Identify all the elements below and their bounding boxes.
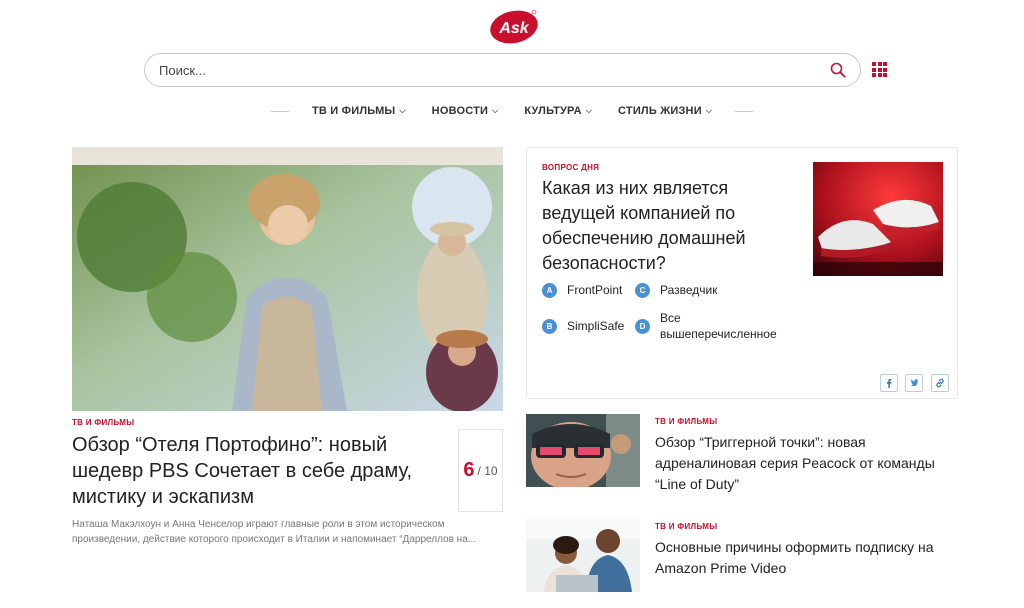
side-article-title-2[interactable]: Основные причины оформить подписку на Am… bbox=[655, 537, 945, 579]
option-text-a: FrontPoint bbox=[567, 283, 623, 297]
side-article-image-2[interactable] bbox=[526, 519, 640, 592]
facebook-share-button[interactable] bbox=[880, 374, 898, 392]
search-icon[interactable] bbox=[830, 62, 846, 78]
search-bar bbox=[144, 53, 861, 87]
option-text-d: Все вышеперечисленное bbox=[660, 311, 777, 341]
side-article-title-1[interactable]: Обзор “Триггерной точки”: новая адренали… bbox=[655, 432, 945, 495]
side-article-category-2[interactable]: ТВ И ФИЛЬМЫ bbox=[655, 522, 717, 531]
quiz-option-c[interactable]: C Разведчик bbox=[635, 282, 718, 298]
quiz-category: ВОПРОС ДНЯ bbox=[542, 163, 600, 172]
option-text-c: Разведчик bbox=[660, 283, 718, 297]
feature-title[interactable]: Обзор “Отеля Портофино”: новый шедевр PB… bbox=[72, 432, 452, 510]
option-badge-d: D bbox=[635, 319, 650, 334]
chevron-down-icon: ⌵ bbox=[585, 106, 593, 115]
chevron-down-icon: ⌵ bbox=[399, 106, 406, 115]
quiz-option-b[interactable]: B SimpliSafe bbox=[542, 318, 624, 334]
facebook-icon bbox=[887, 378, 892, 388]
feature-image[interactable] bbox=[72, 147, 503, 411]
link-icon bbox=[936, 378, 944, 388]
option-badge-c: C bbox=[635, 283, 650, 298]
option-badge-b: B bbox=[542, 319, 557, 334]
search-input[interactable] bbox=[159, 62, 830, 78]
side-article-image-1[interactable] bbox=[526, 414, 640, 487]
nav-item-lifestyle[interactable]: СТИЛЬ ЖИЗНИ ⌵ bbox=[618, 105, 712, 117]
chevron-down-icon: ⌵ bbox=[492, 106, 499, 115]
question-of-the-day-card: ВОПРОС ДНЯ Какая из них является ведущей… bbox=[526, 147, 958, 399]
rating-box: 6 / 10 bbox=[458, 429, 503, 512]
svg-text:Ask: Ask bbox=[498, 20, 529, 37]
quiz-option-d[interactable]: D Все вышеперечисленное bbox=[635, 310, 785, 342]
main-nav: ТВ И ФИЛЬМЫ ⌵ НОВОСТИ ⌵ КУЛЬТУРА ⌵ СТИЛЬ ЖИ… bbox=[0, 101, 1024, 121]
nav-divider-right bbox=[735, 110, 754, 112]
copy-link-button[interactable] bbox=[931, 374, 949, 392]
feature-category[interactable]: ТВ И ФИЛЬМЫ bbox=[72, 418, 134, 427]
ask-logo[interactable]: Ask bbox=[489, 8, 539, 44]
nav-divider-left bbox=[270, 110, 289, 112]
side-article-category-1[interactable]: ТВ И ФИЛЬМЫ bbox=[655, 417, 717, 426]
apps-grid-icon[interactable] bbox=[872, 62, 887, 77]
chevron-down-icon: ⌵ bbox=[705, 106, 713, 115]
quiz-option-a[interactable]: A FrontPoint bbox=[542, 282, 622, 298]
nav-item-tv-movies[interactable]: ТВ И ФИЛЬМЫ ⌵ bbox=[312, 105, 406, 117]
quiz-image bbox=[813, 162, 943, 276]
twitter-share-button[interactable] bbox=[905, 374, 923, 392]
option-text-b: SimpliSafe bbox=[567, 319, 625, 333]
nav-item-culture[interactable]: КУЛЬТУРА ⌵ bbox=[524, 105, 592, 117]
rating-score: 6 bbox=[463, 459, 475, 481]
twitter-icon bbox=[910, 379, 919, 387]
feature-description: Наташа Макэлхоун и Анна Ченселор играют … bbox=[72, 519, 477, 545]
nav-item-news[interactable]: НОВОСТИ ⌵ bbox=[432, 105, 499, 117]
option-badge-a: A bbox=[542, 283, 557, 298]
quiz-question: Какая из них является ведущей компанией … bbox=[542, 178, 746, 273]
rating-out-of: / 10 bbox=[477, 463, 498, 478]
